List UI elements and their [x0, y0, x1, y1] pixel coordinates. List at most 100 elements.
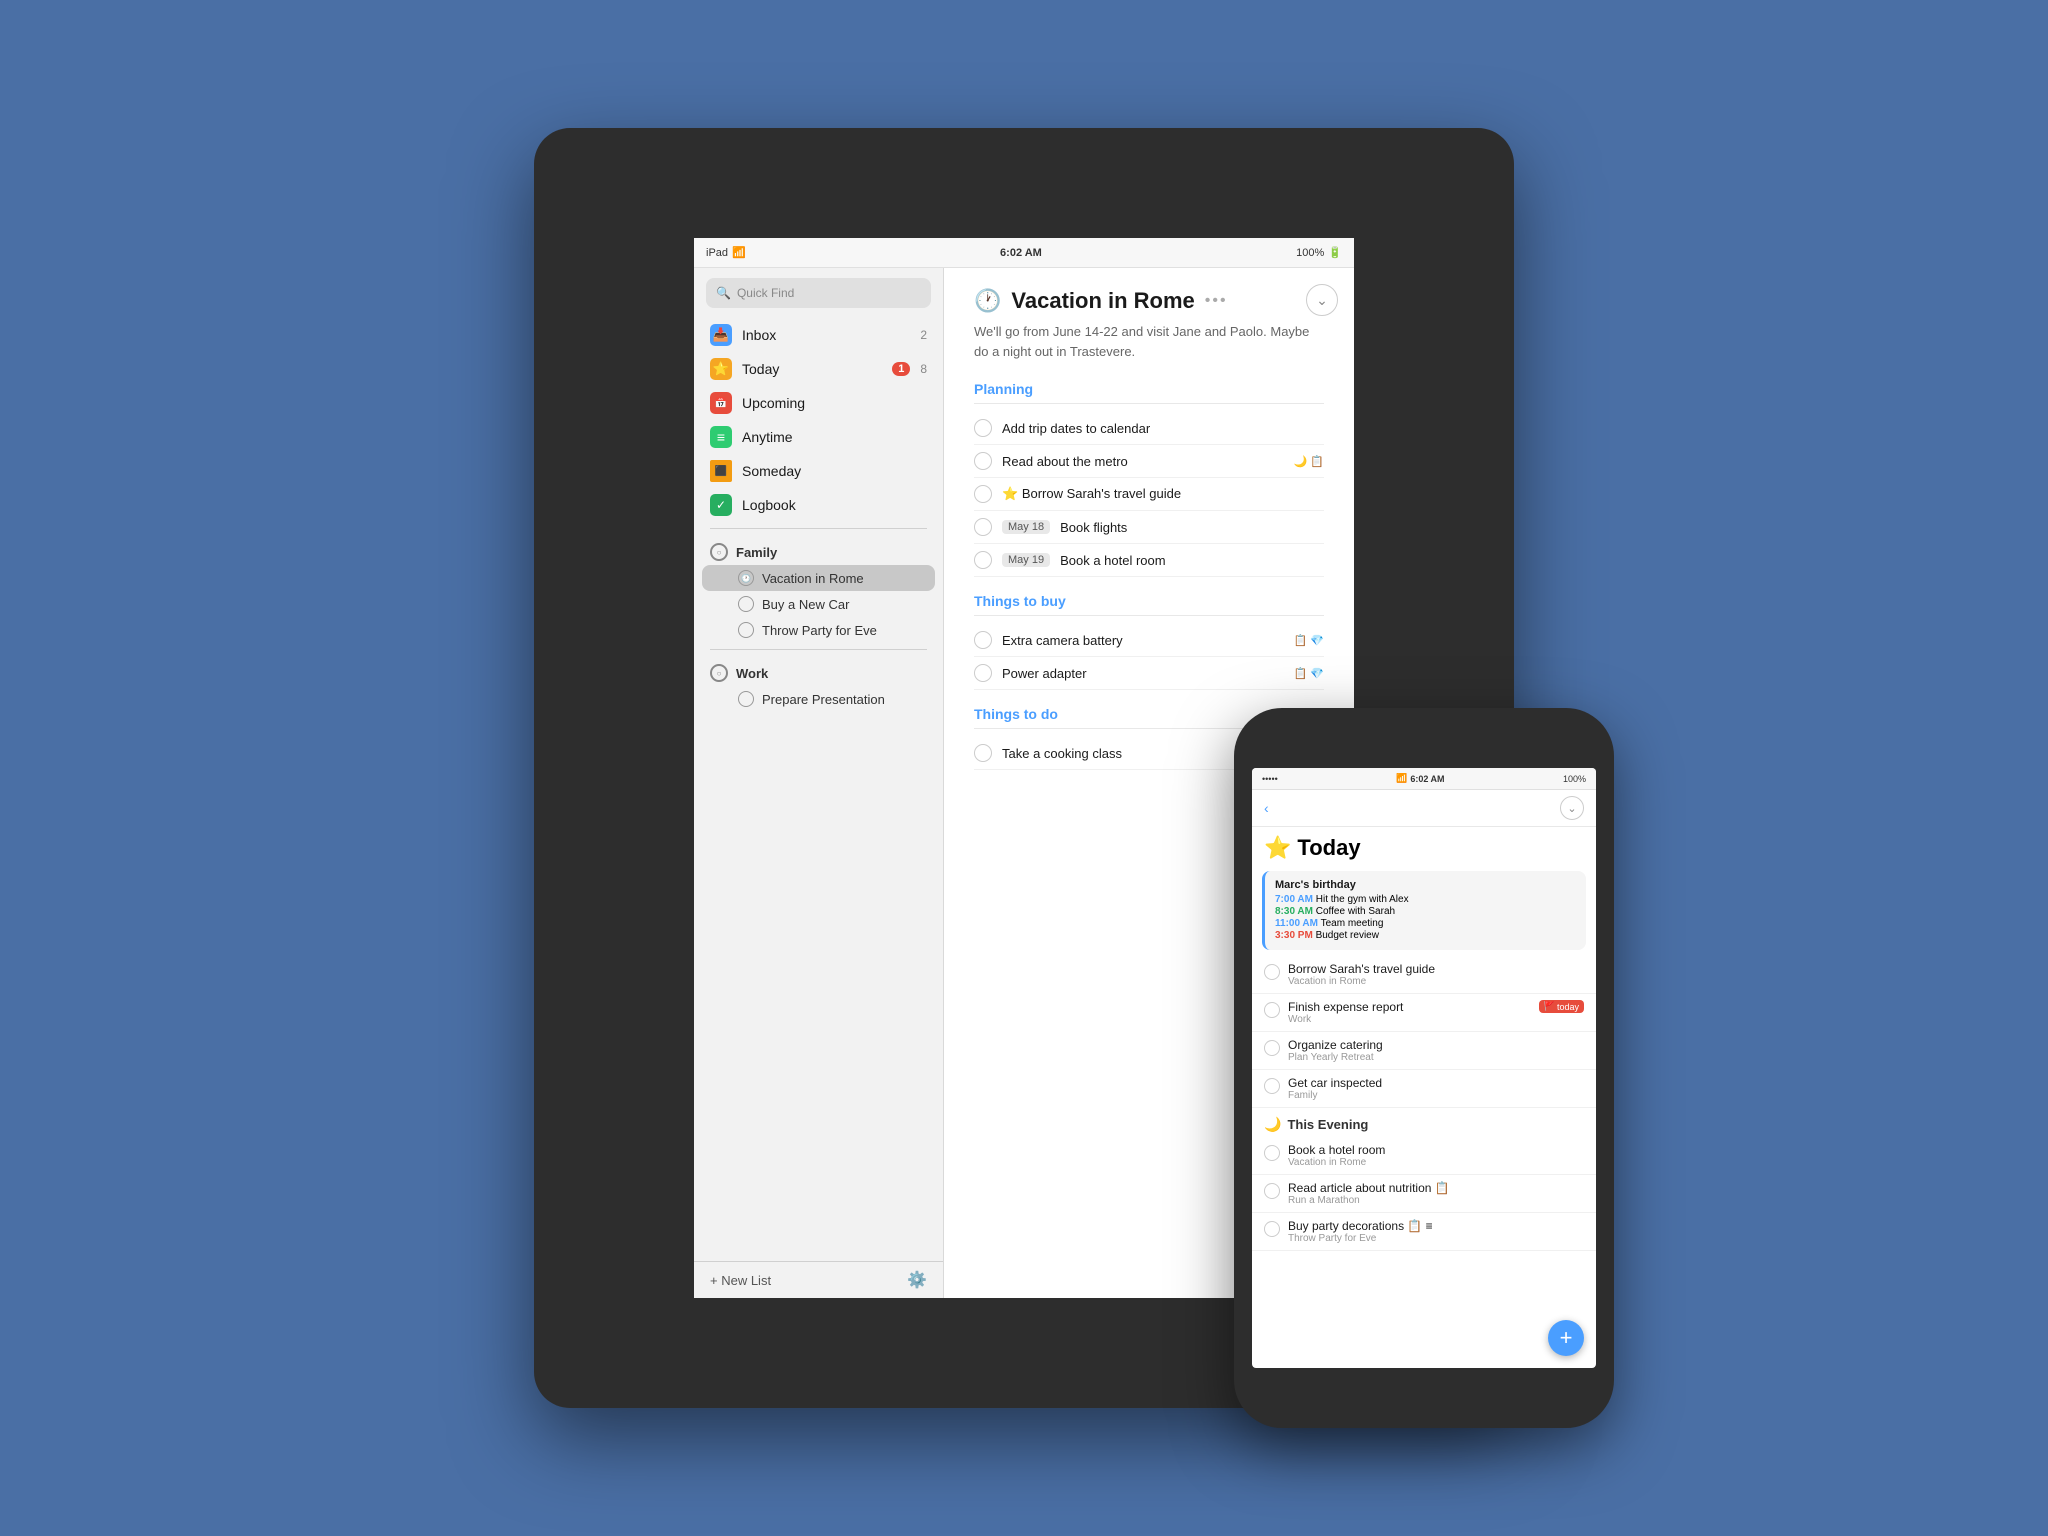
- upcoming-icon: 📅: [710, 392, 732, 414]
- iphone-task-borrow-guide[interactable]: Borrow Sarah's travel guide Vacation in …: [1252, 956, 1596, 994]
- task-checkbox[interactable]: [974, 485, 992, 503]
- task-checkbox[interactable]: [974, 551, 992, 569]
- project-more-button[interactable]: •••: [1205, 292, 1228, 310]
- iphone-task-expense-report[interactable]: Finish expense report Work 🚩 today: [1252, 994, 1596, 1032]
- sidebar-footer: + New List ⚙️: [694, 1261, 943, 1298]
- anytime-icon: ≡: [710, 426, 732, 448]
- task-checkbox[interactable]: [974, 664, 992, 682]
- iphone-collapse-button[interactable]: ⌄: [1560, 796, 1584, 820]
- iphone-task-text: Read article about nutrition 📋 Run a Mar…: [1288, 1181, 1584, 1206]
- new-list-button[interactable]: + New List: [710, 1273, 771, 1288]
- prepare-presentation-label: Prepare Presentation: [762, 692, 885, 707]
- iphone-status-bar: ••••• 📶 6:02 AM 100%: [1252, 768, 1596, 790]
- iphone-task-name: Borrow Sarah's travel guide: [1288, 962, 1584, 976]
- sidebar-item-today[interactable]: ⭐ Today 1 8: [694, 352, 943, 386]
- calendar-event-2: 8:30 AM Coffee with Sarah: [1275, 906, 1576, 917]
- iphone-task-name: Get car inspected: [1288, 1076, 1584, 1090]
- inbox-label: Inbox: [742, 327, 910, 343]
- work-label: Work: [736, 666, 768, 681]
- task-name: Extra camera battery: [1002, 633, 1284, 648]
- task-name: Book a hotel room: [1060, 553, 1324, 568]
- task-icons: 🌙 📋: [1294, 455, 1324, 468]
- iphone-task-name: Book a hotel room: [1288, 1143, 1584, 1157]
- sidebar-item-upcoming[interactable]: 📅 Upcoming: [694, 386, 943, 420]
- task-date-tag: May 18: [1002, 520, 1050, 534]
- iphone-task-sub: Run a Marathon: [1288, 1195, 1584, 1206]
- section-planning: Planning: [974, 381, 1324, 404]
- ipad-time: 6:02 AM: [1000, 247, 1042, 259]
- sidebar-item-vacation-rome[interactable]: 🕐 Vacation in Rome: [702, 565, 935, 591]
- iphone-task-checkbox[interactable]: [1264, 1040, 1280, 1056]
- project-title: Vacation in Rome: [1011, 288, 1194, 314]
- iphone-task-checkbox[interactable]: [1264, 1145, 1280, 1161]
- buy-car-icon: [738, 596, 754, 612]
- sidebar-item-someday[interactable]: ⬛ Someday: [694, 454, 943, 488]
- task-checkbox[interactable]: [974, 631, 992, 649]
- sidebar-item-inbox[interactable]: 📥 Inbox 2: [694, 318, 943, 352]
- anytime-label: Anytime: [742, 429, 927, 445]
- sidebar: 🔍 Quick Find 📥 Inbox 2 ⭐ Toda: [694, 268, 944, 1298]
- sidebar-item-buy-car[interactable]: Buy a New Car: [694, 591, 943, 617]
- iphone-task-checkbox[interactable]: [1264, 1078, 1280, 1094]
- iphone-task-read-nutrition[interactable]: Read article about nutrition 📋 Run a Mar…: [1252, 1175, 1596, 1213]
- upcoming-label: Upcoming: [742, 395, 927, 411]
- iphone-task-text: Get car inspected Family: [1288, 1076, 1584, 1101]
- vacation-rome-icon: 🕐: [738, 570, 754, 586]
- project-header: 🕐 Vacation in Rome •••: [974, 288, 1324, 314]
- iphone-task-car-inspected[interactable]: Get car inspected Family: [1252, 1070, 1596, 1108]
- iphone-task-name: Buy party decorations 📋 ≡: [1288, 1219, 1584, 1233]
- task-checkbox[interactable]: [974, 452, 992, 470]
- iphone-task-organize-catering[interactable]: Organize catering Plan Yearly Retreat: [1252, 1032, 1596, 1070]
- iphone-task-checkbox[interactable]: [1264, 1221, 1280, 1237]
- task-checkbox[interactable]: [974, 419, 992, 437]
- iphone-device: ••••• 📶 6:02 AM 100% ‹ ⌄: [1234, 708, 1614, 1428]
- iphone-task-book-hotel[interactable]: Book a hotel room Vacation in Rome: [1252, 1137, 1596, 1175]
- task-checkbox[interactable]: [974, 518, 992, 536]
- iphone-task-sub: Vacation in Rome: [1288, 976, 1584, 987]
- iphone-content: ‹ ⌄ ⭐ Today Marc's birthday 7:00 AM: [1252, 790, 1596, 1368]
- task-camera-battery[interactable]: Extra camera battery 📋 💎: [974, 624, 1324, 657]
- iphone-body: ••••• 📶 6:02 AM 100% ‹ ⌄: [1234, 708, 1614, 1428]
- search-bar[interactable]: 🔍 Quick Find: [706, 278, 931, 308]
- collapse-button[interactable]: ⌄: [1306, 284, 1338, 316]
- task-name: Read about the metro: [1002, 454, 1284, 469]
- new-list-label: + New List: [710, 1273, 771, 1288]
- sidebar-item-prepare-presentation[interactable]: Prepare Presentation: [694, 686, 943, 712]
- divider-2: [710, 649, 927, 650]
- work-section-header: ○ Work: [694, 656, 943, 686]
- iphone-task-checkbox[interactable]: [1264, 1183, 1280, 1199]
- work-icon: ○: [710, 664, 728, 682]
- event-label-4: Budget review: [1316, 930, 1379, 941]
- sidebar-item-throw-party[interactable]: Throw Party for Eve: [694, 617, 943, 643]
- task-read-metro[interactable]: Read about the metro 🌙 📋: [974, 445, 1324, 478]
- sidebar-item-logbook[interactable]: ✓ Logbook: [694, 488, 943, 522]
- settings-icon[interactable]: ⚙️: [907, 1270, 927, 1290]
- add-task-fab[interactable]: +: [1548, 1320, 1584, 1356]
- iphone-task-sub: Vacation in Rome: [1288, 1157, 1584, 1168]
- task-add-trip-dates[interactable]: Add trip dates to calendar: [974, 412, 1324, 445]
- iphone-task-text: Finish expense report Work: [1288, 1000, 1531, 1025]
- calendar-event-4: 3:30 PM Budget review: [1275, 930, 1576, 941]
- iphone-task-sub: Work: [1288, 1014, 1531, 1025]
- inbox-count: 2: [920, 328, 927, 342]
- iphone-task-buy-decorations[interactable]: Buy party decorations 📋 ≡ Throw Party fo…: [1252, 1213, 1596, 1251]
- battery-label: 100%: [1296, 247, 1324, 259]
- iphone-wifi-icon: 📶: [1396, 773, 1407, 784]
- task-name: Add trip dates to calendar: [1002, 421, 1324, 436]
- task-power-adapter[interactable]: Power adapter 📋 💎: [974, 657, 1324, 690]
- task-borrow-guide[interactable]: ⭐ Borrow Sarah's travel guide: [974, 478, 1324, 511]
- iphone-task-checkbox[interactable]: [1264, 964, 1280, 980]
- iphone-task-text: Organize catering Plan Yearly Retreat: [1288, 1038, 1584, 1063]
- logbook-icon: ✓: [710, 494, 732, 516]
- iphone-evening-section: 🌙 This Evening: [1252, 1108, 1596, 1137]
- evening-section-label: This Evening: [1287, 1117, 1368, 1132]
- task-book-hotel[interactable]: May 19 Book a hotel room: [974, 544, 1324, 577]
- calendar-title: Marc's birthday: [1275, 879, 1576, 891]
- back-button[interactable]: ‹: [1264, 800, 1269, 816]
- iphone-signal: •••••: [1262, 774, 1278, 784]
- sidebar-item-anytime[interactable]: ≡ Anytime: [694, 420, 943, 454]
- iphone-task-name: Read article about nutrition 📋: [1288, 1181, 1584, 1195]
- task-book-flights[interactable]: May 18 Book flights: [974, 511, 1324, 544]
- task-checkbox[interactable]: [974, 744, 992, 762]
- iphone-task-checkbox[interactable]: [1264, 1002, 1280, 1018]
